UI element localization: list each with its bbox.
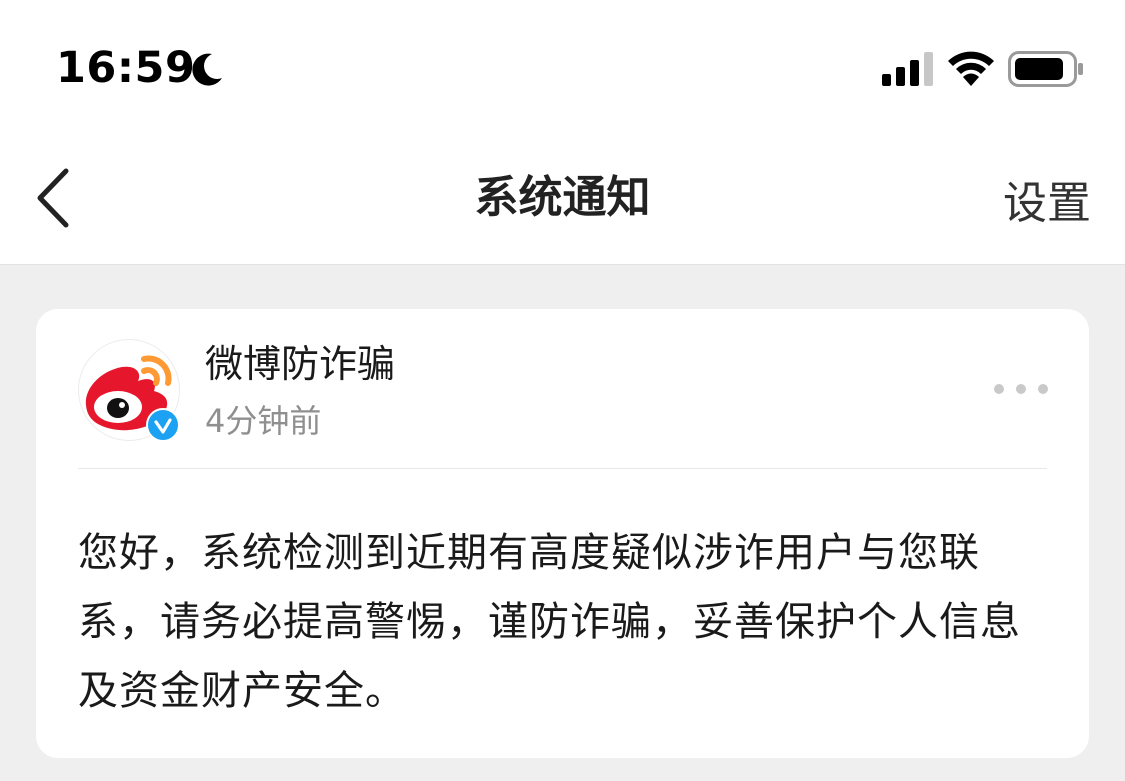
more-button[interactable] [993, 379, 1049, 399]
settings-button[interactable]: 设置 [1003, 176, 1091, 232]
sender-name[interactable]: 微博防诈骗 [205, 339, 395, 389]
moon-icon [192, 53, 222, 86]
timestamp: 4分钟前 [205, 402, 322, 440]
status-time: 16:59 [56, 43, 196, 93]
page-title: 系统通知 [474, 172, 651, 223]
cellular-signal-icon [882, 52, 933, 86]
wifi-icon [948, 51, 994, 86]
battery-icon [1008, 51, 1083, 87]
notification-card: 微博防诈骗 4分钟前 您好，系统检测到近期有高度疑似涉诈用户与您联系，请务必提高… [36, 309, 1089, 758]
divider [78, 468, 1047, 469]
more-dots-icon [994, 384, 1048, 394]
notification-message: 您好，系统检测到近期有高度疑似涉诈用户与您联系，请务必提高警惕，谨防诈骗，妥善保… [78, 530, 1021, 714]
verified-badge-icon [146, 408, 180, 442]
header-area: 16:59 系统通知 设置 [0, 0, 1125, 265]
